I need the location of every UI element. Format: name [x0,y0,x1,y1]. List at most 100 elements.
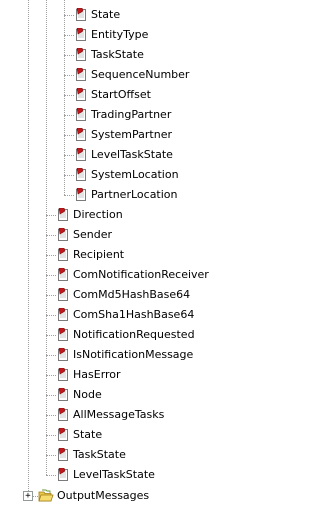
tree-node-label: EntityType [91,28,149,41]
connector [64,55,74,56]
tree-node-label: HasError [73,368,121,381]
connector [64,95,74,96]
tree-node-label: Node [73,388,102,401]
connector [46,435,56,436]
tree-node-label: TaskState [91,48,144,61]
tree-node-haserror[interactable]: HasError [56,365,121,385]
tree-node-label: AllMessageTasks [73,408,165,421]
property-document-icon [56,368,70,382]
tree-node-label: TaskState [73,448,126,461]
tree-node-notificationrequested[interactable]: NotificationRequested [56,325,195,345]
tree-guide-line-level1 [28,0,29,497]
expand-toggle[interactable]: + [23,491,33,501]
tree-node-label: NotificationRequested [73,328,195,341]
property-document-icon [56,448,70,462]
tree-node-label: LevelTaskState [73,468,155,481]
property-document-icon [74,108,88,122]
tree-node-comnotificationreceiver[interactable]: ComNotificationReceiver [56,265,209,285]
connector [64,75,74,76]
connector [64,175,74,176]
tree-node-sequencenumber[interactable]: SequenceNumber [74,65,189,85]
property-document-icon [56,408,70,422]
connector [64,155,74,156]
property-document-icon [56,228,70,242]
tree-node-startoffset[interactable]: StartOffset [74,85,151,105]
connector [46,335,56,336]
tree-node-label: Direction [73,208,123,221]
connector [46,395,56,396]
connector [64,135,74,136]
tree-node-label: ComMd5HashBase64 [73,288,191,301]
connector [46,255,56,256]
tree-node-state[interactable]: State [74,5,120,25]
property-document-icon [56,388,70,402]
folder-icon [38,488,54,504]
tree-node-label: Recipient [73,248,125,261]
connector [46,235,56,236]
tree-node-label: IsNotificationMessage [73,348,194,361]
tree-node-label: OutputMessages [57,489,150,502]
tree-node-leveltaskstate[interactable]: LevelTaskState [74,145,173,165]
property-document-icon [56,328,70,342]
tree-node-node[interactable]: Node [56,385,102,405]
tree-node-label: PartnerLocation [91,188,178,201]
connector [46,415,56,416]
tree-node-label: SequenceNumber [91,68,190,81]
connector [46,455,56,456]
tree-node-entitytype[interactable]: EntityType [74,25,148,45]
tree-guide-line-level2 [46,0,47,475]
tree-node-outputmessages[interactable]: OutputMessages [38,486,149,506]
tree-node-label: State [73,428,103,441]
connector [46,215,56,216]
connector [46,375,56,376]
property-document-icon [56,288,70,302]
tree-node-label: State [91,8,121,21]
property-document-icon [74,168,88,182]
object-tree: State EntityType TaskState SequenceNumbe… [0,0,295,510]
tree-node-direction[interactable]: Direction [56,205,123,225]
tree-node-taskstate[interactable]: TaskState [74,45,144,65]
tree-node-allmessagetasks[interactable]: AllMessageTasks [56,405,164,425]
tree-node-label: StartOffset [91,88,151,101]
property-document-icon [74,188,88,202]
tree-node-isnotificationmessage[interactable]: IsNotificationMessage [56,345,193,365]
tree-node-taskstate[interactable]: TaskState [56,445,126,465]
property-document-icon [74,128,88,142]
property-document-icon [74,68,88,82]
tree-node-systempartner[interactable]: SystemPartner [74,125,172,145]
connector [46,355,56,356]
connector [46,475,56,476]
tree-node-label: SystemPartner [91,128,172,141]
tree-node-tradingpartner[interactable]: TradingPartner [74,105,171,125]
tree-node-label: ComNotificationReceiver [73,268,209,281]
property-document-icon [56,248,70,262]
property-document-icon [56,468,70,482]
tree-node-label: TradingPartner [91,108,172,121]
tree-node-label: ComSha1HashBase64 [73,308,195,321]
property-document-icon [74,148,88,162]
property-document-icon [56,208,70,222]
property-document-icon [56,308,70,322]
tree-node-recipient[interactable]: Recipient [56,245,124,265]
tree-node-state[interactable]: State [56,425,102,445]
tree-node-sender[interactable]: Sender [56,225,112,245]
connector [64,115,74,116]
tree-node-systemlocation[interactable]: SystemLocation [74,165,179,185]
connector [64,15,74,16]
connector [64,195,74,196]
connector [46,275,56,276]
property-document-icon [56,348,70,362]
tree-node-comsha1hashbase64[interactable]: ComSha1HashBase64 [56,305,194,325]
property-document-icon [74,48,88,62]
tree-node-label: Sender [73,228,112,241]
tree-node-partnerlocation[interactable]: PartnerLocation [74,185,178,205]
property-document-icon [56,268,70,282]
property-document-icon [74,8,88,22]
tree-node-label: SystemLocation [91,168,179,181]
connector [46,315,56,316]
property-document-icon [74,88,88,102]
tree-node-leveltaskstate[interactable]: LevelTaskState [56,465,155,485]
tree-guide-line-level3 [64,0,65,195]
tree-node-commd5hashbase64[interactable]: ComMd5HashBase64 [56,285,190,305]
property-document-icon [74,28,88,42]
